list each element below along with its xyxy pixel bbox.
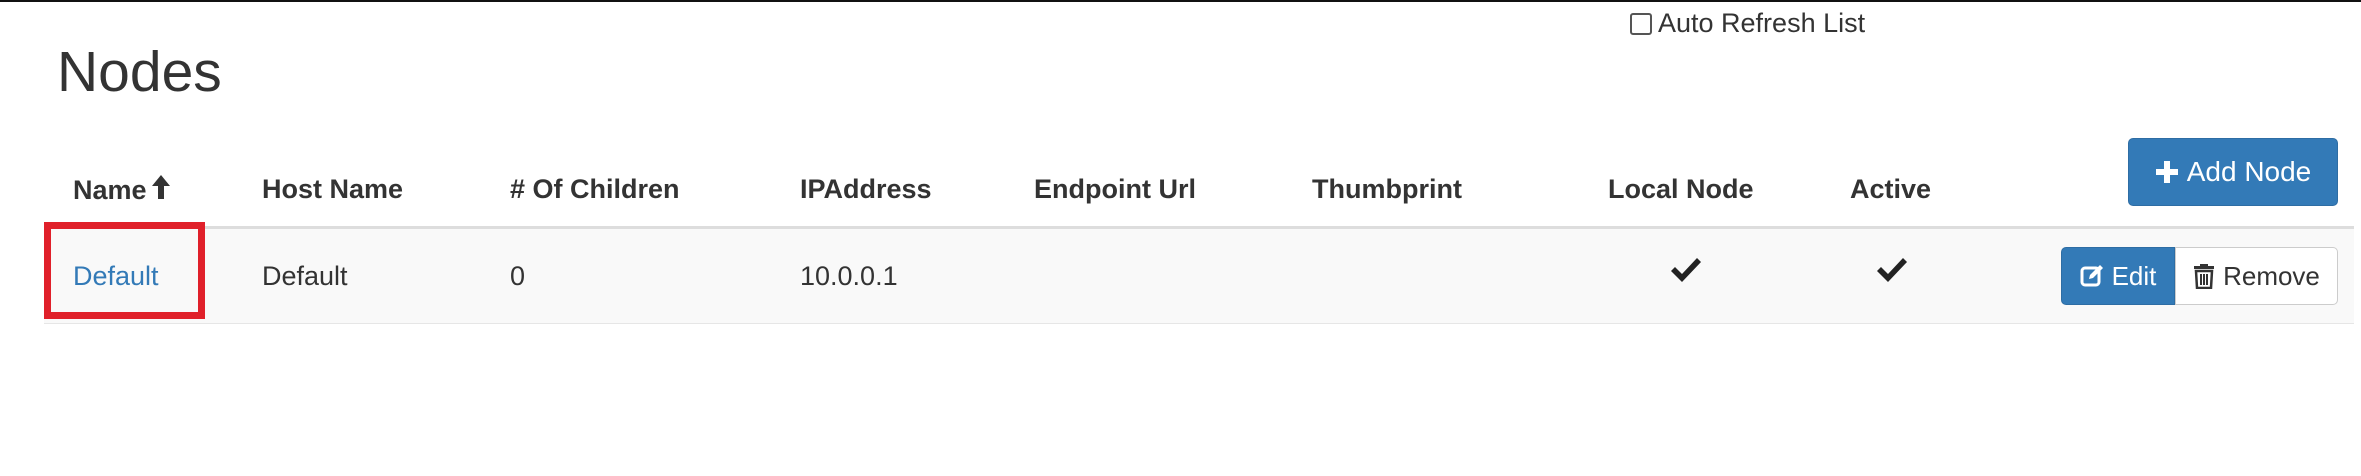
column-header-host-name[interactable]: Host Name: [262, 174, 403, 205]
auto-refresh-checkbox[interactable]: [1630, 12, 1652, 35]
table-header: Name Host Name # Of Children IPAddress E…: [44, 138, 2354, 229]
children-count-cell: 0: [510, 261, 526, 291]
ip-address-cell: 10.0.0.1: [800, 261, 898, 291]
nodes-page: Auto Refresh List Nodes Name Host Name #…: [0, 0, 2361, 476]
column-header-endpoint-url[interactable]: Endpoint Url: [1034, 174, 1196, 205]
column-header-name[interactable]: Name: [73, 174, 171, 207]
top-divider: [0, 0, 2361, 2]
column-header-children[interactable]: # Of Children: [510, 174, 680, 205]
table-row: Default Default 0 10.0.0.1 Edit Remove: [44, 222, 2354, 324]
local-node-checkmark-icon: [1671, 258, 1701, 282]
node-name-link[interactable]: Default: [73, 261, 159, 292]
plus-icon: [2155, 161, 2178, 183]
host-name-cell: Default: [262, 261, 348, 291]
add-node-button[interactable]: Add Node: [2128, 138, 2338, 206]
add-node-label: Add Node: [2186, 156, 2312, 187]
active-checkmark-icon: [1877, 258, 1907, 282]
column-header-local-node[interactable]: Local Node: [1608, 174, 1754, 205]
remove-button[interactable]: Remove: [2175, 247, 2338, 305]
column-header-active[interactable]: Active: [1850, 174, 1931, 205]
page-title: Nodes: [57, 40, 222, 104]
remove-label: Remove: [2223, 260, 2320, 291]
column-header-ip-address[interactable]: IPAddress: [800, 174, 932, 205]
nodes-table: Name Host Name # Of Children IPAddress E…: [44, 138, 2354, 324]
edit-button[interactable]: Edit: [2061, 247, 2175, 305]
auto-refresh-label: Auto Refresh List: [1658, 8, 1866, 38]
arrow-up-icon: [151, 174, 171, 207]
trash-icon: [2194, 264, 2215, 289]
auto-refresh-toggle[interactable]: Auto Refresh List: [1630, 8, 1865, 39]
edit-icon: [2080, 265, 2103, 287]
column-header-thumbprint[interactable]: Thumbprint: [1312, 174, 1462, 205]
edit-label: Edit: [2111, 260, 2157, 291]
